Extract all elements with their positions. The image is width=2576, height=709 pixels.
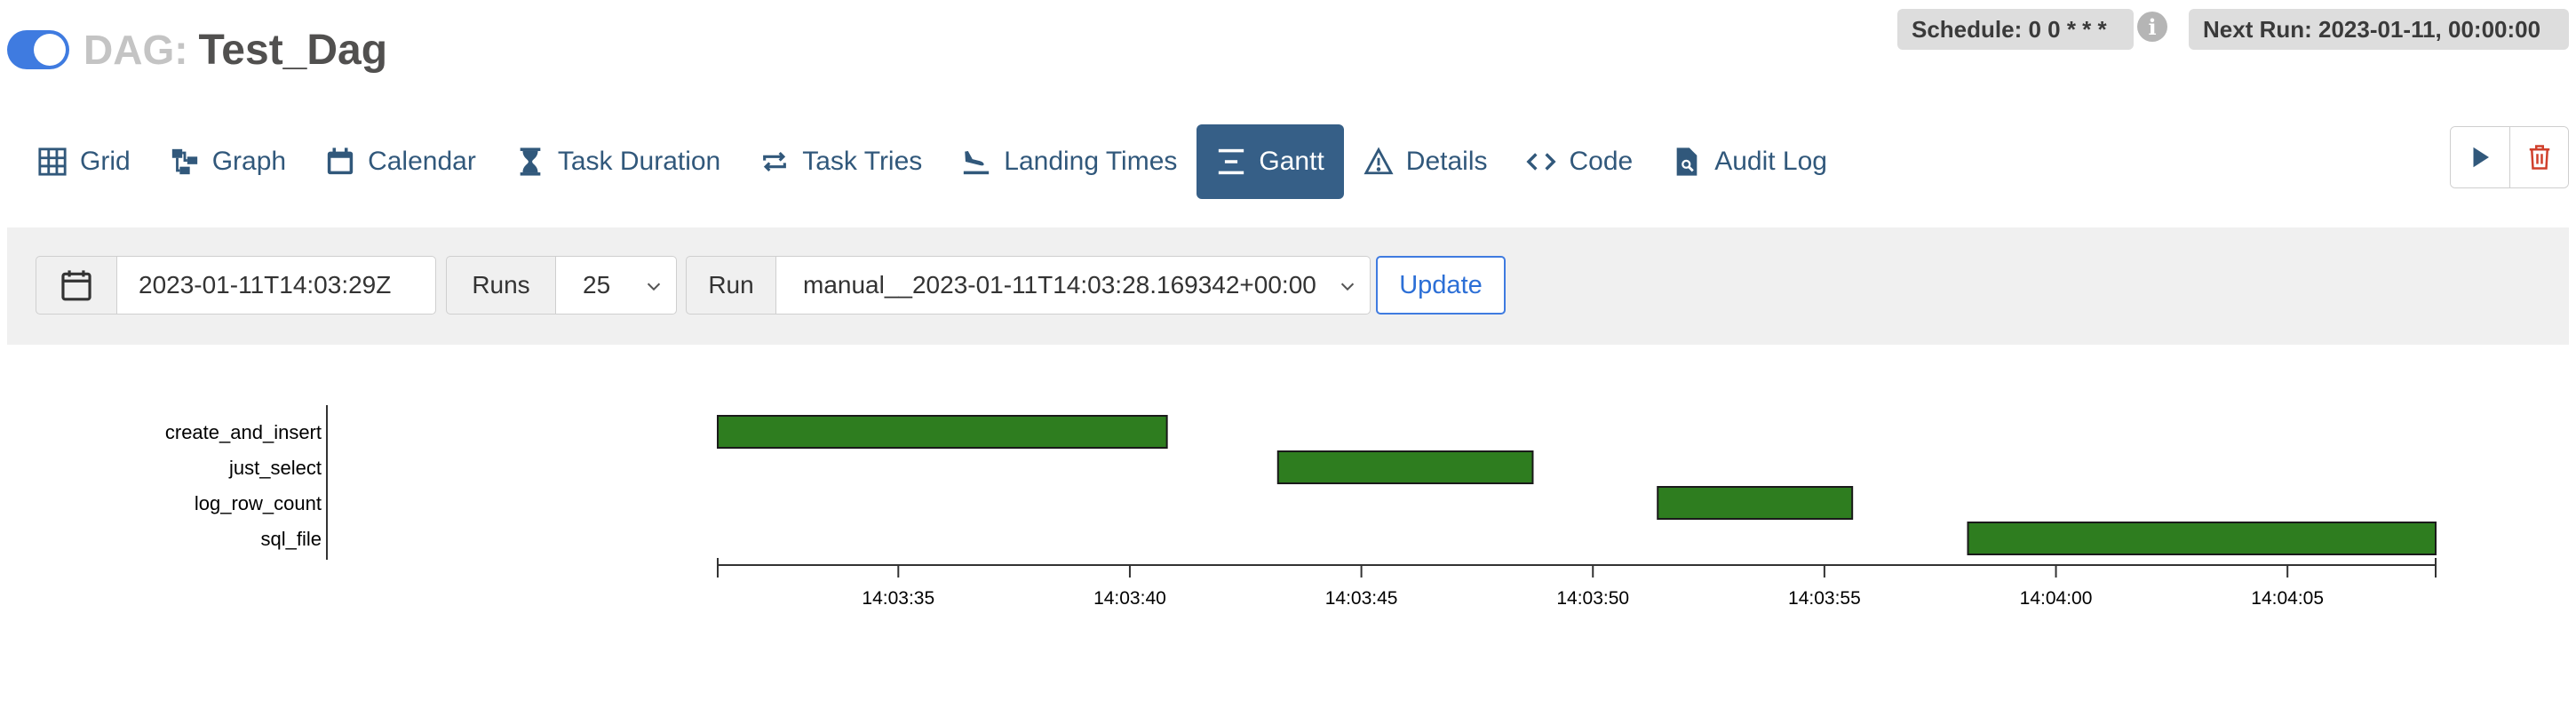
tab-label: Calendar [368,147,476,176]
tab-label: Audit Log [1714,147,1827,176]
task-bar[interactable] [1276,450,1534,484]
calendar-icon [61,270,91,301]
tab-landing-times[interactable]: Landing Times [942,124,1197,199]
tab-gantt[interactable]: Gantt [1197,124,1344,199]
x-tick-label: 14:03:50 [1556,588,1629,609]
task-bar[interactable] [717,415,1168,449]
runs-label: Runs [446,256,556,315]
code-icon [1526,153,1557,171]
runs-select[interactable]: 25 [555,256,677,315]
tab-label: Landing Times [1004,147,1178,176]
dag-name[interactable]: Test_Dag [199,26,388,75]
schedule-badge: Schedule: 0 0 * * * [1897,9,2134,50]
calendar-icon [327,147,354,175]
hourglass-icon [520,147,541,176]
tab-label: Gantt [1259,147,1324,176]
tab-label: Grid [80,147,131,176]
gantt-icon [1219,148,1244,175]
grid-icon [38,147,67,176]
task-bar[interactable] [1657,486,1854,520]
x-tick-label: 14:03:55 [1788,588,1861,609]
chevron-down-icon [647,283,661,291]
tab-audit-log[interactable]: Audit Log [1652,124,1847,199]
tab-label: Details [1405,147,1488,176]
dag-prefix: DAG: [83,27,188,73]
runs-select-value: 25 [583,271,611,299]
x-tick-label: 14:04:05 [2251,588,2324,609]
tab-details[interactable]: Details [1344,124,1507,199]
run-select-value: manual__2023-01-11T14:03:28.169342+00:00 [803,271,1316,299]
task-label: just_select [228,457,322,479]
dag-nav-tabs: Grid Graph Calendar Task Duration Task T… [18,124,1847,199]
tab-calendar[interactable]: Calendar [306,124,496,199]
x-tick-label: 14:03:45 [1325,588,1398,609]
repeat-icon [763,151,787,172]
plane-landing-icon [964,150,990,175]
gantt-chart: create_and_insert just_select log_row_coun… [165,405,2437,609]
task-bar[interactable] [1967,522,2437,555]
trigger-dag-button[interactable] [2451,127,2509,187]
graph-icon [171,148,197,175]
toggle-knob [34,34,66,66]
run-select[interactable]: manual__2023-01-11T14:03:28.169342+00:00 [775,256,1371,315]
dag-actions [2450,126,2569,188]
info-icon[interactable]: i [2137,12,2167,42]
x-tick-label: 14:03:40 [1093,588,1166,609]
delete-dag-button[interactable] [2509,127,2568,187]
update-button[interactable]: Update [1376,256,1506,315]
tab-label: Task Duration [557,147,721,176]
tab-task-duration[interactable]: Task Duration [496,124,740,199]
run-label: Run [686,256,776,315]
dag-pause-toggle[interactable] [7,30,69,69]
base-date-input[interactable]: 2023-01-11T14:03:29Z [116,256,436,315]
x-tick-label: 14:04:00 [2020,588,2093,609]
task-label: sql_file [261,528,322,550]
play-icon [2473,147,2489,168]
warning-triangle-icon [1364,147,1394,175]
tab-task-tries[interactable]: Task Tries [740,124,942,199]
next-run-badge: Next Run: 2023-01-11, 00:00:00 [2189,9,2569,50]
tab-label: Code [1569,147,1634,176]
tab-graph[interactable]: Graph [150,124,306,199]
file-search-icon [1676,147,1697,176]
tab-label: Graph [211,147,287,176]
tab-label: Task Tries [802,147,923,176]
trash-icon [2529,145,2549,170]
tab-grid[interactable]: Grid [18,124,150,199]
task-label: log_row_count [195,492,322,514]
task-label: create_and_insert [165,421,322,443]
tab-code[interactable]: Code [1507,124,1652,199]
x-tick-label: 14:03:35 [862,588,934,609]
dag-header: DAG: Test_Dag [7,23,387,76]
date-picker-addon[interactable] [36,256,117,315]
chevron-down-icon [1340,283,1355,291]
filter-bar: 2023-01-11T14:03:29Z Runs 25 Run manual_… [7,227,2569,345]
